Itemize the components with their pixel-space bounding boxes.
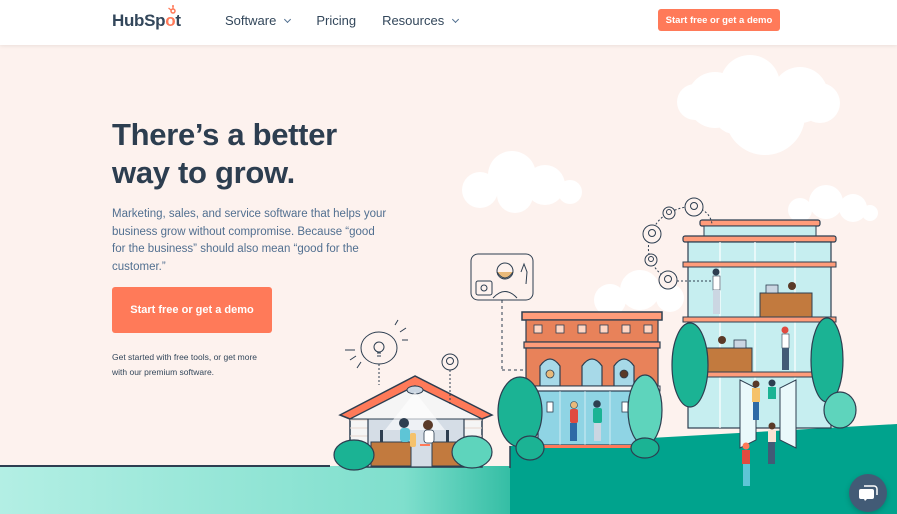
hero-title-line-1: There’s a better <box>112 117 337 152</box>
lightbulb-thought-bubble <box>345 319 408 385</box>
cloud-medium <box>462 151 582 213</box>
nav-software-label: Software <box>225 13 277 28</box>
main-nav: Software Pricing Resources <box>225 13 460 28</box>
cloud-large <box>677 55 840 155</box>
chat-bubbles-icon <box>859 485 878 501</box>
hero-note: Get started with free tools, or get more… <box>112 352 258 377</box>
nav-resources-label: Resources <box>382 13 445 28</box>
nav-resources[interactable]: Resources <box>382 13 460 28</box>
nav-pricing-label: Pricing <box>316 13 357 28</box>
sprocket-icon: o <box>165 5 177 31</box>
nav-pricing[interactable]: Pricing <box>316 13 356 28</box>
hero-start-free-button[interactable]: Start free or get a demo <box>112 287 272 333</box>
nav-software[interactable]: Software <box>225 13 292 28</box>
chevron-down-icon <box>452 15 460 23</box>
hero-title-line-2: way to grow. <box>112 155 295 190</box>
top-navigation-bar: HubSp o t Software Pricing Resources Start… <box>0 0 897 45</box>
header-start-free-button[interactable]: Start free or get a demo <box>658 9 780 31</box>
hubspot-logo[interactable]: HubSp o t <box>112 5 181 32</box>
chevron-down-icon <box>284 15 292 23</box>
logo-text-part: HubSp <box>112 11 166 30</box>
cloud-small <box>788 185 878 222</box>
chat-widget-button[interactable] <box>849 474 887 512</box>
hero-title: There’s a better way to grow. <box>112 116 412 192</box>
hero-subtitle: Marketing, sales, and service software t… <box>112 208 387 273</box>
